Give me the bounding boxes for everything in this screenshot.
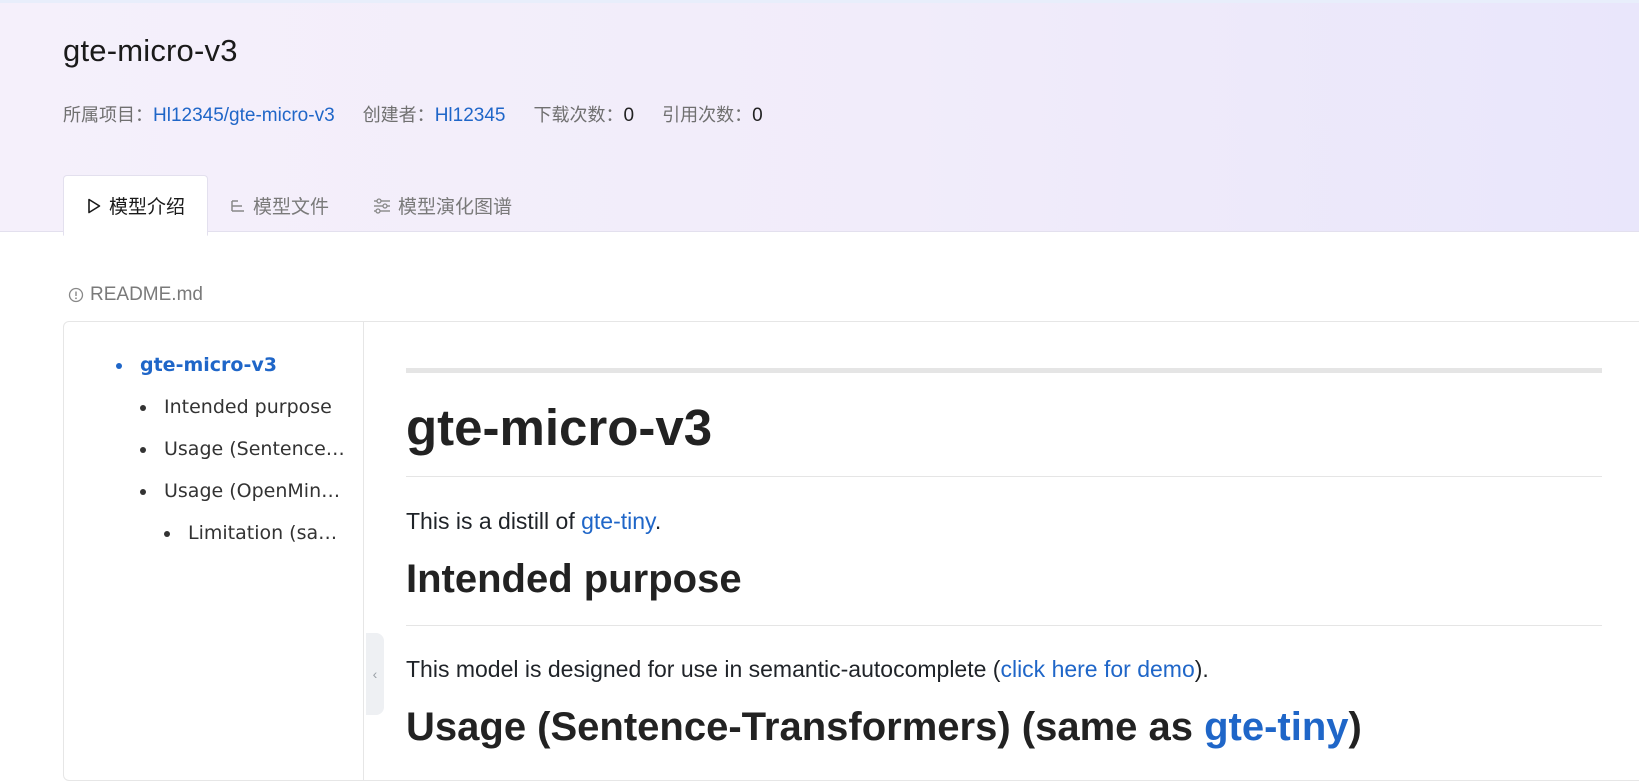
- readme-label: README.md: [68, 284, 203, 306]
- tab-label: 模型文件: [253, 196, 330, 218]
- toc-item-label: Limitation (sa…: [188, 522, 338, 544]
- demo-link[interactable]: click here for demo: [1000, 656, 1194, 682]
- paragraph-text: This model is designed for use in semant…: [406, 656, 1001, 682]
- heading-text: ): [1348, 705, 1362, 749]
- downloads-info: 下载次数：0: [534, 104, 641, 126]
- chevron-left-icon: ‹: [372, 666, 378, 682]
- bullet-icon: [140, 489, 146, 495]
- project-info: 所属项目：Hl12345/gte-micro-v3: [63, 104, 341, 126]
- citations-label: 引用次数：: [662, 105, 753, 126]
- top-divider: [406, 368, 1602, 373]
- gte-tiny-heading-link[interactable]: gte-tiny: [1204, 705, 1348, 749]
- toc-item-gte-micro-v3[interactable]: gte-micro-v3: [116, 354, 277, 376]
- toc-item-label: Usage (Sentence…: [164, 438, 345, 460]
- model-meta: 所属项目：Hl12345/gte-micro-v3 创建者：Hl12345 下载…: [63, 101, 785, 127]
- tab-model-evolution[interactable]: 模型演化图谱: [351, 176, 534, 235]
- bullet-icon: [140, 405, 146, 411]
- toc-item-limitation[interactable]: Limitation (sa…: [164, 522, 338, 544]
- tab-model-intro[interactable]: 模型介绍: [63, 175, 209, 236]
- toc-item-label: gte-micro-v3: [140, 354, 277, 376]
- bullet-icon: [164, 531, 170, 537]
- toc-item-intended-purpose[interactable]: Intended purpose: [140, 396, 332, 418]
- downloads-count: 0: [623, 105, 635, 126]
- readme-content-box: gte-micro-v3 Intended purpose Usage (Sen…: [63, 321, 1639, 781]
- creator-info: 创建者：Hl12345: [363, 104, 512, 126]
- readme-h2-usage-sentence-transformers: Usage (Sentence-Transformers) (same as g…: [406, 705, 1362, 750]
- info-circle-icon: [68, 287, 84, 303]
- gte-tiny-link[interactable]: gte-tiny: [581, 508, 655, 534]
- h1-underline: [406, 476, 1602, 477]
- bullet-icon: [140, 447, 146, 453]
- model-title: gte-micro-v3: [63, 33, 238, 68]
- sliders-icon: [374, 197, 391, 214]
- creator-link[interactable]: Hl12345: [435, 105, 506, 126]
- toc-item-usage-sentence[interactable]: Usage (Sentence…: [140, 438, 345, 460]
- toc-item-label: Usage (OpenMin…: [164, 480, 341, 502]
- tab-label: 模型演化图谱: [398, 196, 513, 218]
- play-outline-icon: [88, 198, 101, 213]
- bullet-icon: [116, 363, 122, 369]
- readme-paragraph-intro: This is a distill of gte-tiny.: [406, 508, 661, 535]
- heading-text: Usage (Sentence-Transformers) (same as: [406, 705, 1205, 749]
- readme-h1: gte-micro-v3: [406, 399, 713, 456]
- table-of-contents: gte-micro-v3 Intended purpose Usage (Sen…: [64, 322, 364, 780]
- creator-label: 创建者：: [362, 105, 435, 126]
- paragraph-text: This is a distill of: [406, 508, 582, 534]
- readme-filename: README.md: [90, 284, 203, 305]
- readme-h2-intended-purpose: Intended purpose: [406, 557, 742, 601]
- citations-info: 引用次数：0: [662, 104, 763, 126]
- model-tabs: 模型介绍 模型文件 模型演化图谱: [63, 175, 534, 236]
- citations-count: 0: [752, 105, 763, 126]
- toc-item-label: Intended purpose: [164, 396, 332, 418]
- model-header: gte-micro-v3 所属项目：Hl12345/gte-micro-v3 创…: [0, 0, 1639, 236]
- file-lines-icon: [231, 199, 245, 212]
- readme-paragraph-purpose: This model is designed for use in semant…: [406, 656, 1209, 683]
- downloads-label: 下载次数：: [533, 105, 624, 126]
- toc-collapse-button[interactable]: ‹: [366, 633, 384, 715]
- project-label: 所属项目：: [63, 105, 153, 126]
- tab-label: 模型介绍: [109, 196, 186, 218]
- paragraph-text: .: [654, 508, 662, 534]
- toc-item-usage-openmind[interactable]: Usage (OpenMin…: [140, 480, 341, 502]
- project-link[interactable]: Hl12345/gte-micro-v3: [153, 105, 335, 126]
- paragraph-text: ).: [1194, 656, 1209, 682]
- tab-model-files[interactable]: 模型文件: [208, 176, 351, 235]
- h2-underline: [406, 625, 1602, 626]
